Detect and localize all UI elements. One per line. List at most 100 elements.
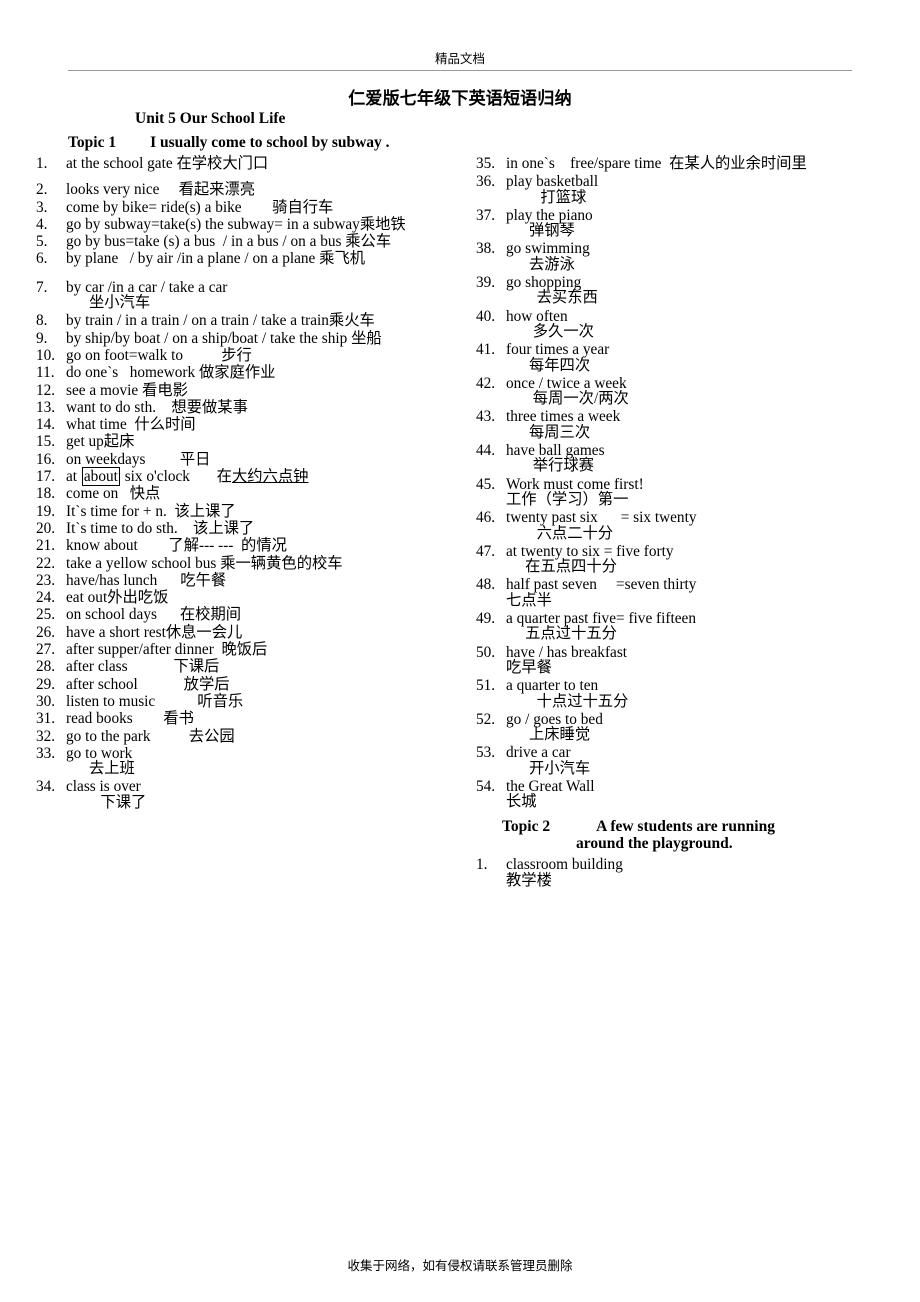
- list-item: 4. go by subway=take(s) the subway= in a …: [36, 215, 476, 233]
- item-text: read books 看书: [66, 710, 194, 728]
- item-text: take a yellow school bus 乘一辆黄色的校车: [66, 554, 343, 572]
- unit-title: Unit 5 Our School Life: [135, 110, 286, 127]
- item-number: 34.: [36, 778, 56, 796]
- list-item: 11. do one`s homework 做家庭作业: [36, 365, 476, 381]
- list-item: 29. after school 放学后: [36, 676, 476, 692]
- item-number: 47.: [476, 542, 496, 560]
- list-item: 31. read books 看书: [36, 710, 476, 728]
- item-number: 31.: [36, 710, 56, 728]
- item-number: 22.: [36, 554, 56, 572]
- list-item: 12. see a movie 看电影: [36, 381, 476, 399]
- list-item: 21. know about 了解--- --- 的情况: [36, 537, 476, 555]
- header-note: 精品文档: [434, 52, 485, 66]
- item-text: a quarter past five= five fifteen 五点过十五分: [506, 610, 696, 643]
- list-item: 33. go to work 去上班: [36, 744, 476, 777]
- item-number: 52.: [476, 710, 496, 728]
- topic2-text-line2: around the playground.: [576, 834, 733, 852]
- item-number: 21.: [36, 537, 56, 555]
- list-item: 27. after supper/after dinner 晚饭后: [36, 641, 476, 659]
- list-item: 30. listen to music 听音乐: [36, 694, 476, 710]
- item-text: once / twice a week 每周一次/两次: [506, 374, 629, 408]
- item-number: 44.: [476, 442, 496, 460]
- item-number: 3.: [36, 198, 48, 216]
- topic2-label: Topic 2: [502, 817, 551, 835]
- list-item: 38. go swimming 去游泳: [476, 241, 906, 272]
- list-item: 53. drive a car 开小汽车: [476, 745, 906, 776]
- list-item: 48. half past seven =seven thirty 七点半: [476, 577, 906, 608]
- item-text: in one`s free/spare time 在某人的业余时间里: [506, 155, 807, 172]
- item-text: come by bike= ride(s) a bike 骑自行车: [66, 198, 334, 216]
- list-item: 22. take a yellow school bus 乘一辆黄色的校车: [36, 554, 476, 572]
- list-item: 28. after class 下课后: [36, 659, 476, 675]
- item-text: a quarter to ten 十点过十五分: [506, 677, 629, 710]
- item-text: It`s time to do sth. 该上课了: [66, 519, 255, 537]
- list-item: 50. have / has breakfast 吃早餐: [476, 643, 906, 676]
- list-item: 35. in one`s free/spare time 在某人的业余时间里: [476, 155, 906, 172]
- item-text: have/has lunch 吃午餐: [66, 571, 227, 589]
- item-text: have / has breakfast 吃早餐: [506, 643, 628, 676]
- item-number: 9.: [36, 329, 48, 347]
- list-item: 16. on weekdays 平日: [36, 451, 476, 467]
- item-text: by ship/by boat / on a ship/boat / take …: [66, 329, 382, 347]
- item-text: see a movie 看电影: [66, 381, 188, 399]
- item-text: have ball games 举行球赛: [506, 442, 605, 475]
- footer-note: 收集于网络，如有侵权请联系管理员删除: [347, 1259, 573, 1273]
- document-page: 精品文档 仁爱版七年级下英语短语归纳 Unit 5 Our School Lif…: [0, 0, 920, 1302]
- list-item: 45. Work must come first! 工作（学习）第一: [476, 475, 906, 508]
- item-text: eat out外出吃饭: [66, 589, 169, 607]
- list-item: 20. It`s time to do sth. 该上课了: [36, 519, 476, 537]
- item-number: 20.: [36, 519, 56, 537]
- item-number: 46.: [476, 509, 496, 527]
- item-text: at twenty to six = five forty 在五点四十分: [506, 542, 674, 576]
- item-number: 26.: [36, 623, 56, 641]
- item-text: go shopping 去买东西: [506, 274, 598, 307]
- list-item: 26. have a short rest休息一会儿: [36, 623, 476, 641]
- item-text: by car /in a car / take a car 坐小汽车: [66, 278, 228, 312]
- item-number: 42.: [476, 374, 496, 392]
- item-number: 51.: [476, 677, 496, 695]
- list-item: 42. once / twice a week 每周一次/两次: [476, 376, 906, 407]
- list-item: 36. play basketball 打篮球: [476, 174, 906, 205]
- item-number: 5.: [36, 233, 48, 251]
- topic1-label: Topic 1: [68, 134, 117, 151]
- item-number: 50.: [476, 643, 496, 661]
- item-number: 37.: [476, 206, 496, 224]
- topic2-text-line1: A few students are running: [596, 817, 775, 835]
- item-number: 18.: [36, 485, 56, 503]
- item-text: It`s time for + n. 该上课了: [66, 502, 236, 520]
- item-text: by plane / by air /in a plane / on a pla…: [66, 250, 366, 268]
- item-text: classroom building 教学楼: [506, 856, 623, 889]
- item-number: 14.: [36, 416, 56, 434]
- list-item: 15. get up起床: [36, 434, 476, 450]
- topic1-heading: Topic 1 I usually come to school by subwa…: [68, 134, 390, 152]
- list-item: 37. play the piano 弹钢琴: [476, 208, 906, 239]
- list-item: 18. come on 快点: [36, 485, 476, 503]
- list-item: 25. on school days 在校期间: [36, 607, 476, 623]
- item-number: 41.: [476, 341, 496, 359]
- item-text: have a short rest休息一会儿: [66, 623, 243, 641]
- item-text: what time 什么时间: [66, 416, 196, 434]
- list-item: 54. the Great Wall 长城: [476, 779, 906, 810]
- item-text: Work must come first! 工作（学习）第一: [506, 475, 644, 508]
- topic2-heading: Topic 2 A few students are running around…: [476, 818, 906, 853]
- item-number: 27.: [36, 641, 56, 659]
- item-number: 2.: [36, 181, 48, 199]
- list-item-about: 17. at about six o'clock 在大约六点钟: [36, 467, 476, 487]
- item-text: twenty past six = six twenty 六点二十分: [506, 509, 697, 542]
- boxed-word-about: about: [81, 467, 120, 487]
- item-text: go by subway=take(s) the subway= in a su…: [66, 215, 406, 233]
- item-number: 8.: [36, 312, 48, 330]
- item-text: half past seven =seven thirty 七点半: [506, 576, 697, 609]
- list-item: 46. twenty past six = six twenty 六点二十分: [476, 510, 906, 541]
- list-item: 8. by train / in a train / on a train / t…: [36, 312, 476, 330]
- item-text: at about six o'clock 在大约六点钟: [66, 467, 309, 487]
- list-item: 52. go / goes to bed 上床睡觉: [476, 710, 906, 743]
- item-number: 33.: [36, 744, 56, 762]
- item-number: 17.: [36, 468, 56, 486]
- item-text: want to do sth. 想要做某事: [66, 398, 248, 416]
- item-text: play the piano 弹钢琴: [506, 206, 593, 240]
- item-text: how often 多久一次: [506, 307, 594, 340]
- item-number: 40.: [476, 307, 496, 325]
- item-text: at the school gate 在学校大门口: [66, 155, 269, 172]
- item-number: 32.: [36, 727, 56, 745]
